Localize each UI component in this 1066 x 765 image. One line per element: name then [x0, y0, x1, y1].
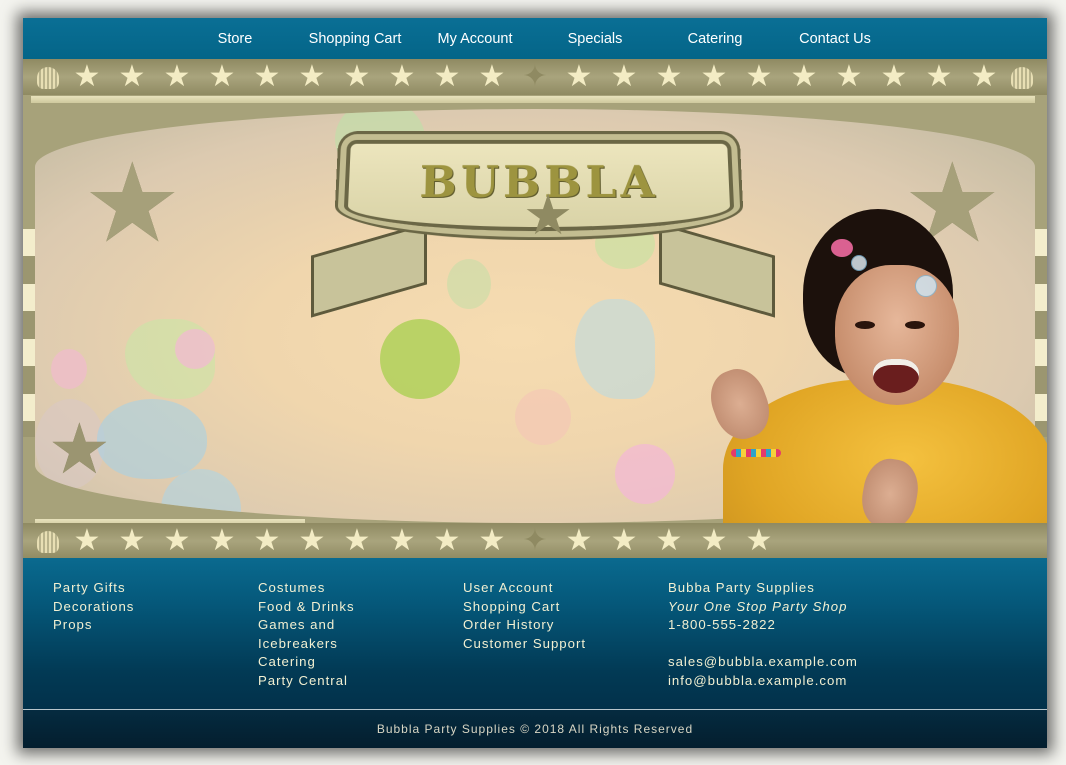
footer-col-products: Party Gifts Decorations Props: [53, 579, 134, 635]
footer-link-order-history[interactable]: Order History: [463, 616, 586, 635]
girl-photo: [683, 209, 1047, 558]
footer-link-party-gifts[interactable]: Party Gifts: [53, 579, 134, 598]
nav-store[interactable]: Store: [218, 31, 253, 47]
owl-toy: [380, 319, 460, 399]
footer-link-customer-support[interactable]: Customer Support: [463, 635, 586, 654]
pink-bubble: [515, 389, 571, 445]
sales-email-link[interactable]: sales@bubbla.example.com: [668, 653, 858, 672]
hero-banner: ★★★ ★★★ ★★★ ★✦ ★★★ ★★★ ★★★ ★ .h1:before,…: [23, 59, 1047, 558]
top-nav: Store Shopping Cart My Account Specials …: [23, 18, 1047, 59]
trim-line: [31, 96, 1035, 103]
footer-link-decorations[interactable]: Decorations: [53, 598, 134, 617]
nav-shopping-cart[interactable]: Shopping Cart: [309, 31, 402, 47]
pink-teddy-icon: [615, 444, 675, 504]
copyright-text: Bubbla Party Supplies © 2018 All Rights …: [376, 722, 694, 736]
pink-teddy-icon: [175, 329, 215, 369]
footer-col-contact: Bubba Party Supplies Your One Stop Party…: [668, 579, 858, 690]
footer-col-services: Costumes Food & Drinks Games and Icebrea…: [258, 579, 355, 690]
footer-link-party-central[interactable]: Party Central: [258, 672, 355, 691]
shell-icon: [37, 67, 59, 89]
page-frame: Store Shopping Cart My Account Specials …: [23, 18, 1047, 748]
footer-link-games[interactable]: Games and: [258, 616, 355, 635]
star-icon: ★: [48, 410, 111, 488]
mouth: [873, 359, 919, 393]
eye: [905, 321, 925, 329]
footer-link-props[interactable]: Props: [53, 616, 134, 635]
info-email-link[interactable]: info@bubbla.example.com: [668, 672, 858, 691]
footer-link-food-drinks[interactable]: Food & Drinks: [258, 598, 355, 617]
top-star-border: ★ ★ ★ ★ ★ ★ ★ ★ ★ ★ ✦ ★ ★ ★ ★ ★ ★ ★ ★ ★ ★: [23, 59, 1047, 95]
phone-number: 1-800-555-2822: [668, 617, 776, 632]
shell-icon: [1011, 67, 1033, 89]
copyright-bar: Bubbla Party Supplies © 2018 All Rights …: [23, 710, 1047, 748]
footer-link-catering[interactable]: Catering: [258, 653, 355, 672]
footer: Party Gifts Decorations Props Costumes F…: [23, 558, 1047, 709]
bracelet: [731, 449, 781, 457]
nav-contact-us[interactable]: Contact Us: [799, 31, 871, 47]
footer-col-account: User Account Shopping Cart Order History…: [463, 579, 586, 653]
company-name: Bubba Party Supplies: [668, 580, 815, 595]
green-teddy-icon: [447, 259, 491, 309]
bottom-star-border: ★ ★ ★ ★ ★ ★ ★ ★ ★ ★ ✦ ★ ★ ★ ★ ★: [23, 523, 1047, 558]
shell-icon: [37, 531, 59, 553]
footer-link-costumes[interactable]: Costumes: [258, 579, 355, 598]
nav-catering[interactable]: Catering: [688, 31, 743, 47]
hair-clip: [831, 239, 853, 257]
soap-bubble: [851, 255, 867, 271]
soap-bubble: [915, 275, 937, 297]
star-icon: ★: [83, 142, 182, 265]
nav-my-account[interactable]: My Account: [438, 31, 513, 47]
footer-link-user-account[interactable]: User Account: [463, 579, 586, 598]
eye: [855, 321, 875, 329]
logo-star-icon: ★: [523, 183, 574, 246]
blue-heart: [97, 399, 207, 479]
footer-link-icebreakers[interactable]: Icebreakers: [258, 635, 355, 654]
pink-teddy-icon: [51, 349, 87, 389]
blue-heart: [575, 299, 655, 399]
nav-specials[interactable]: Specials: [568, 31, 623, 47]
tagline: Your One Stop Party Shop: [668, 598, 848, 614]
footer-link-shopping-cart[interactable]: Shopping Cart: [463, 598, 586, 617]
